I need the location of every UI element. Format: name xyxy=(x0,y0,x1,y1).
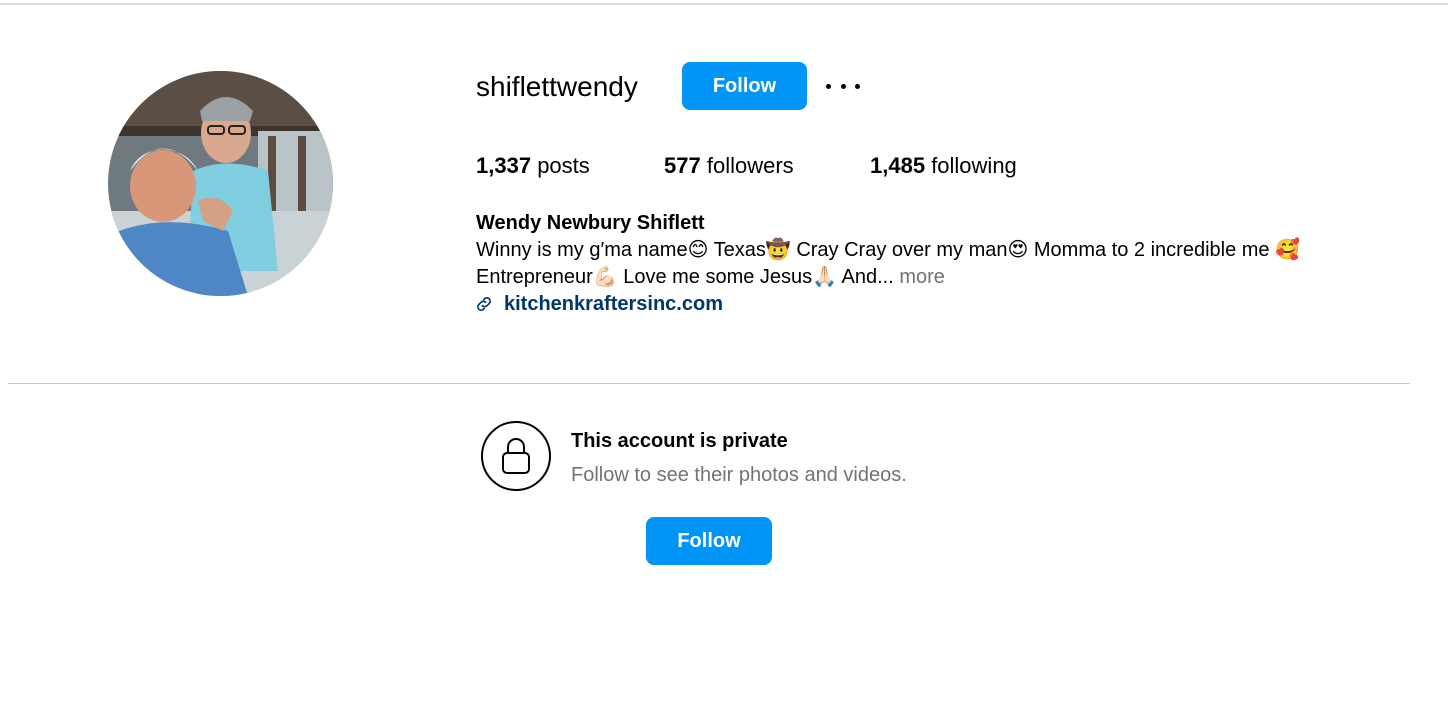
bio-line-2: Entrepreneur💪🏻 Love me some Jesus🙏🏻 And.… xyxy=(476,264,945,290)
followers-number: 577 xyxy=(664,153,701,178)
bio-more-link[interactable]: more xyxy=(899,266,945,288)
bio-line-2-text: Entrepreneur💪🏻 Love me some Jesus🙏🏻 And.… xyxy=(476,266,900,288)
following-label: following xyxy=(931,153,1017,178)
follow-button-private[interactable]: Follow xyxy=(646,517,772,565)
top-border xyxy=(0,3,1448,5)
posts-number: 1,337 xyxy=(476,153,532,178)
avatar-photo xyxy=(108,71,333,296)
followers-label: followers xyxy=(706,153,794,178)
following-count[interactable]: 1,485 following xyxy=(870,152,1017,180)
lock-icon-circle xyxy=(481,421,551,491)
more-horizontal-icon-dot xyxy=(840,83,846,89)
following-number: 1,485 xyxy=(870,153,926,178)
profile-full-name: Wendy Newbury Shiflett xyxy=(476,212,705,234)
lock-icon xyxy=(502,438,530,474)
profile-avatar[interactable] xyxy=(108,71,333,296)
website-link[interactable]: kitchenkraftersinc.com xyxy=(474,291,723,317)
bio-line-1: Winny is my g′ma name😊 Texas🤠 Cray Cray … xyxy=(476,239,1300,261)
section-divider xyxy=(8,383,1410,384)
private-account-title: This account is private xyxy=(571,430,788,452)
private-account-subtitle: Follow to see their photos and videos. xyxy=(571,464,907,486)
posts-count: 1,337 posts xyxy=(476,152,590,180)
profile-username: shiflettwendy xyxy=(476,71,638,102)
profile-page: shiflettwendy Follow 1,337 posts 577 fol… xyxy=(0,0,1448,717)
link-icon xyxy=(477,297,491,311)
posts-label: posts xyxy=(537,153,590,178)
follow-button[interactable]: Follow xyxy=(682,62,807,110)
more-options-button[interactable] xyxy=(826,76,860,96)
website-link-text[interactable]: kitchenkraftersinc.com xyxy=(504,291,723,317)
more-horizontal-icon xyxy=(826,83,831,89)
followers-count[interactable]: 577 followers xyxy=(664,152,794,180)
more-horizontal-icon-dot xyxy=(855,83,860,89)
